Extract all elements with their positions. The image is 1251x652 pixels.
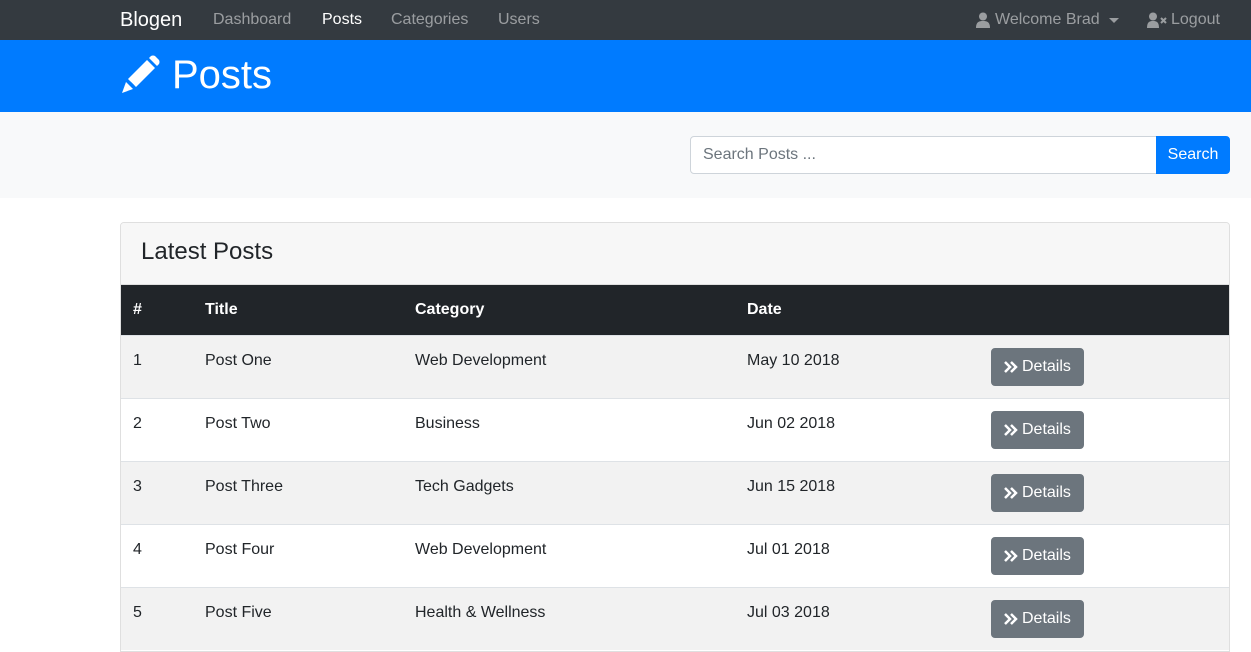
table-row: 3 Post Three Tech Gadgets Jun 15 2018 De…	[121, 461, 1229, 524]
brand-logo[interactable]: Blogen	[120, 9, 182, 32]
details-button-label: Details	[1022, 420, 1071, 438]
row-action-cell: Details	[979, 524, 1229, 587]
nav-link-posts[interactable]: Posts	[322, 11, 362, 29]
logout-label: Logout	[1171, 11, 1220, 28]
user-dropdown[interactable]: Welcome Brad	[976, 11, 1119, 29]
column-header-title: Title	[205, 300, 238, 318]
column-header-number: #	[133, 300, 142, 318]
row-title: Post Three	[205, 477, 283, 495]
details-button-label: Details	[1022, 546, 1071, 564]
row-number: 1	[133, 351, 142, 369]
angle-double-right-icon	[1004, 486, 1018, 499]
angle-double-right-icon	[1004, 612, 1018, 625]
column-header-date: Date	[747, 300, 782, 318]
page-title-group: Posts	[120, 51, 272, 99]
row-date: May 10 2018	[747, 351, 840, 369]
row-category: Web Development	[415, 351, 547, 369]
row-action-cell: Details	[979, 587, 1229, 650]
table-row: 4 Post Four Web Development Jul 01 2018 …	[121, 524, 1229, 587]
row-number: 4	[133, 540, 142, 558]
pencil-icon	[120, 55, 160, 95]
details-button[interactable]: Details	[991, 473, 1084, 512]
angle-double-right-icon	[1004, 549, 1018, 562]
latest-posts-card: Latest Posts # Title Category Date 1 Pos…	[120, 222, 1230, 652]
search-button[interactable]: Search	[1156, 136, 1230, 174]
row-number: 2	[133, 414, 142, 432]
logout-link[interactable]: Logout	[1147, 11, 1220, 29]
table-row: 5 Post Five Health & Wellness Jul 03 201…	[121, 587, 1229, 650]
table-row: 1 Post One Web Development May 10 2018 D…	[121, 335, 1229, 398]
row-category: Business	[415, 414, 480, 432]
user-icon	[976, 12, 990, 28]
row-title: Post Two	[205, 414, 271, 432]
table-row: 2 Post Two Business Jun 02 2018 Details	[121, 398, 1229, 461]
row-category: Tech Gadgets	[415, 477, 514, 495]
page-title: Posts	[172, 53, 273, 97]
card-title: Latest Posts	[141, 238, 274, 265]
row-date: Jun 02 2018	[747, 414, 836, 432]
row-date: Jul 03 2018	[747, 603, 830, 621]
table-header-row: # Title Category Date	[121, 285, 1229, 335]
row-action-cell: Details	[979, 398, 1229, 461]
row-title: Post Five	[205, 603, 272, 621]
row-category: Web Development	[415, 540, 547, 558]
row-action-cell: Details	[979, 461, 1229, 524]
row-date: Jun 15 2018	[747, 477, 836, 495]
nav-link-categories[interactable]: Categories	[391, 11, 468, 29]
row-action-cell: Details	[979, 335, 1229, 398]
posts-table: # Title Category Date 1 Post One Web Dev…	[121, 285, 1229, 650]
details-button[interactable]: Details	[991, 536, 1084, 575]
search-input[interactable]	[690, 136, 1157, 174]
details-button-label: Details	[1022, 609, 1071, 627]
column-header-actions	[979, 285, 1229, 335]
column-header-category: Category	[415, 300, 485, 318]
row-number: 5	[133, 603, 142, 621]
details-button[interactable]: Details	[991, 410, 1084, 449]
page-header: Posts	[0, 40, 1251, 112]
top-navbar: Blogen Dashboard Posts Categories Users …	[0, 0, 1251, 40]
details-button[interactable]: Details	[991, 347, 1084, 386]
angle-double-right-icon	[1004, 423, 1018, 436]
row-title: Post Four	[205, 540, 275, 558]
row-number: 3	[133, 477, 142, 495]
user-times-icon	[1147, 12, 1167, 28]
angle-double-right-icon	[1004, 360, 1018, 373]
row-category: Health & Wellness	[415, 603, 546, 621]
details-button-label: Details	[1022, 483, 1071, 501]
details-button-label: Details	[1022, 357, 1071, 375]
card-header: Latest Posts	[121, 223, 1229, 285]
user-dropdown-label: Welcome Brad	[995, 11, 1100, 28]
row-title: Post One	[205, 351, 272, 369]
nav-link-dashboard[interactable]: Dashboard	[213, 11, 291, 29]
search-section: Search	[0, 112, 1251, 198]
row-date: Jul 01 2018	[747, 540, 830, 558]
chevron-down-icon	[1108, 17, 1119, 23]
details-button[interactable]: Details	[991, 599, 1084, 638]
nav-link-users[interactable]: Users	[498, 11, 540, 29]
